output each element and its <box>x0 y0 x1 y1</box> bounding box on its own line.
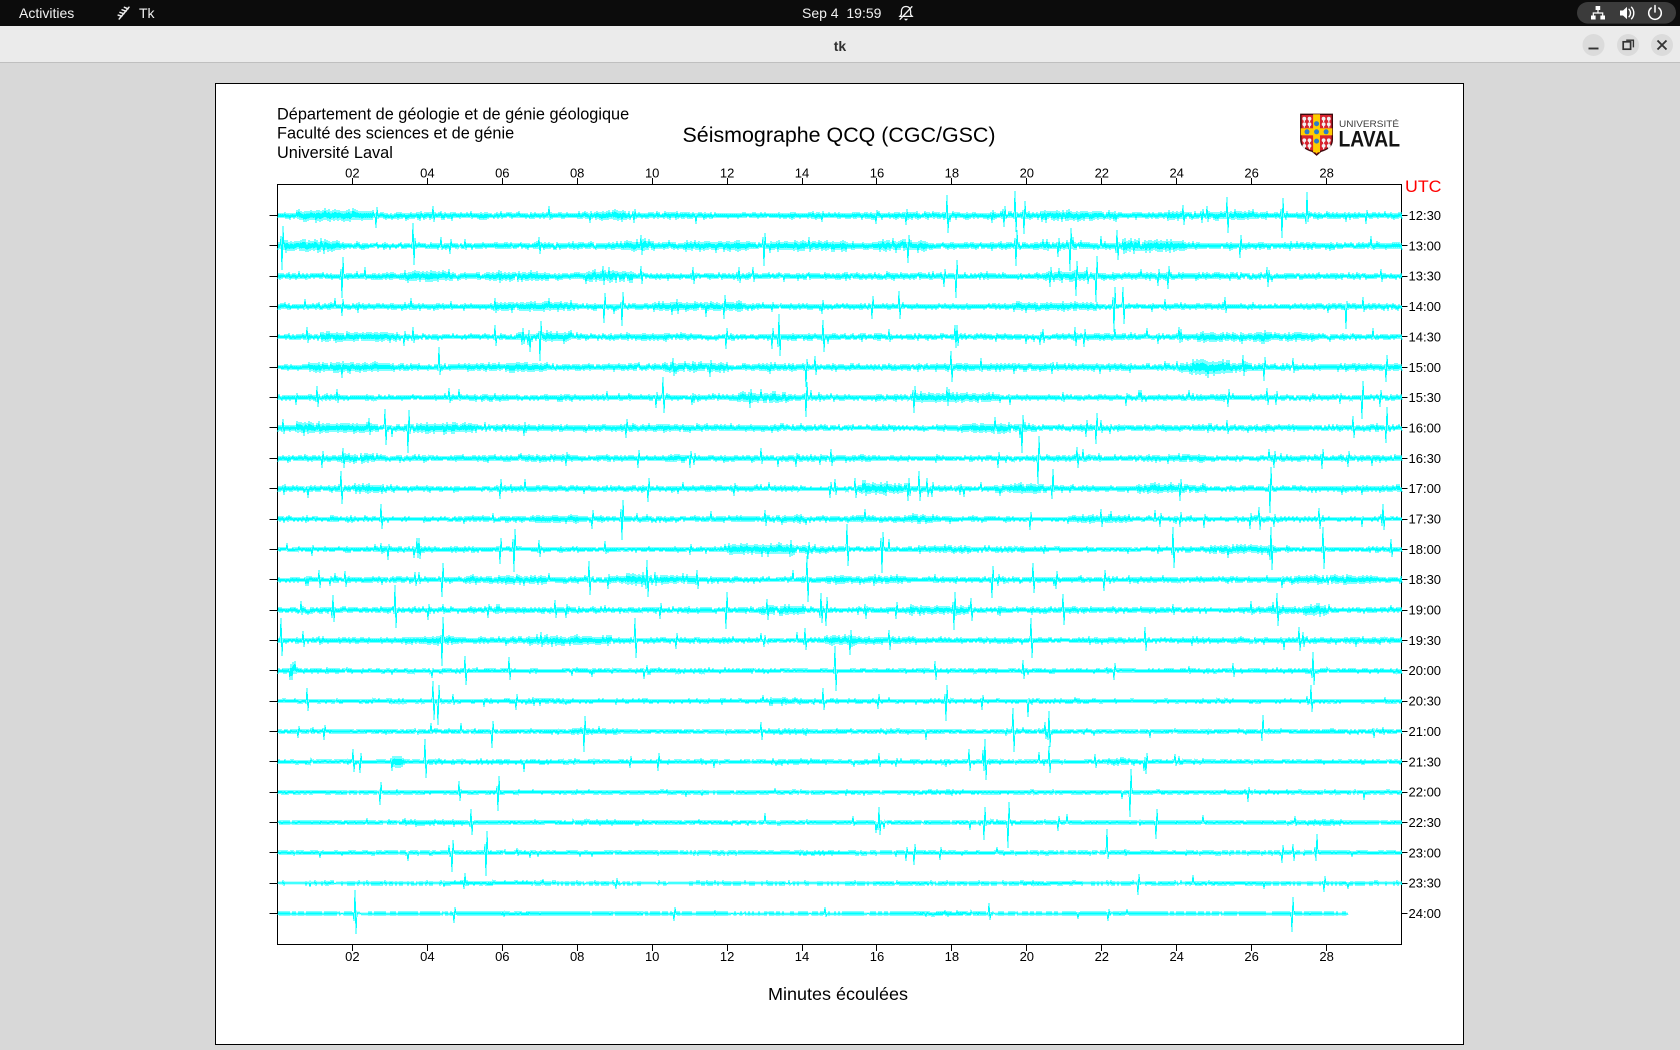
svg-text:26: 26 <box>1244 166 1258 181</box>
svg-text:Minutes écoulées: Minutes écoulées <box>768 984 908 1004</box>
svg-text:08: 08 <box>570 949 584 964</box>
svg-text:23:30: 23:30 <box>1409 876 1442 891</box>
svg-text:06: 06 <box>495 166 509 181</box>
svg-text:02: 02 <box>345 166 359 181</box>
svg-text:14:00: 14:00 <box>1409 299 1442 314</box>
svg-text:Séismographe QCQ (CGC/GSC): Séismographe QCQ (CGC/GSC) <box>683 124 996 147</box>
svg-text:14: 14 <box>795 949 809 964</box>
svg-text:20:00: 20:00 <box>1409 663 1442 678</box>
svg-text:04: 04 <box>420 949 434 964</box>
svg-text:23:00: 23:00 <box>1409 845 1442 860</box>
svg-text:22: 22 <box>1095 166 1109 181</box>
svg-text:22:00: 22:00 <box>1409 785 1442 800</box>
svg-text:17:30: 17:30 <box>1409 512 1442 527</box>
svg-text:15:30: 15:30 <box>1409 390 1442 405</box>
svg-text:12: 12 <box>720 949 734 964</box>
svg-text:24: 24 <box>1169 949 1183 964</box>
svg-text:20:30: 20:30 <box>1409 694 1442 709</box>
svg-text:18:30: 18:30 <box>1409 572 1442 587</box>
svg-text:08: 08 <box>570 166 584 181</box>
svg-text:18: 18 <box>945 166 959 181</box>
svg-text:Faculté des sciences et de gén: Faculté des sciences et de génie <box>277 125 514 143</box>
svg-text:28: 28 <box>1319 166 1333 181</box>
svg-text:13:30: 13:30 <box>1409 269 1442 284</box>
svg-text:19:30: 19:30 <box>1409 633 1442 648</box>
svg-text:02: 02 <box>345 949 359 964</box>
svg-text:16: 16 <box>870 949 884 964</box>
svg-text:16:30: 16:30 <box>1409 451 1442 466</box>
svg-text:12: 12 <box>720 166 734 181</box>
svg-text:24: 24 <box>1169 166 1183 181</box>
svg-text:21:00: 21:00 <box>1409 724 1442 739</box>
svg-text:LAVAL: LAVAL <box>1339 127 1401 152</box>
svg-text:12:30: 12:30 <box>1409 208 1442 223</box>
svg-text:Département de géologie et de: Département de géologie et de génie géol… <box>277 106 629 124</box>
svg-text:10: 10 <box>645 949 659 964</box>
svg-text:18: 18 <box>945 949 959 964</box>
svg-text:19:00: 19:00 <box>1409 603 1442 618</box>
svg-text:18:00: 18:00 <box>1409 542 1442 557</box>
svg-text:22:30: 22:30 <box>1409 815 1442 830</box>
svg-text:20: 20 <box>1020 166 1034 181</box>
svg-text:20: 20 <box>1020 949 1034 964</box>
svg-text:10: 10 <box>645 166 659 181</box>
svg-text:21:30: 21:30 <box>1409 754 1442 769</box>
svg-text:16:00: 16:00 <box>1409 421 1442 436</box>
svg-text:16: 16 <box>870 166 884 181</box>
svg-text:13:00: 13:00 <box>1409 238 1442 253</box>
svg-text:22: 22 <box>1095 949 1109 964</box>
svg-text:06: 06 <box>495 949 509 964</box>
svg-text:24:00: 24:00 <box>1409 906 1442 921</box>
svg-text:14:30: 14:30 <box>1409 329 1442 344</box>
svg-text:04: 04 <box>420 166 434 181</box>
svg-text:15:00: 15:00 <box>1409 360 1442 375</box>
svg-text:UTC: UTC <box>1405 177 1442 196</box>
svg-text:26: 26 <box>1244 949 1258 964</box>
svg-text:28: 28 <box>1319 949 1333 964</box>
svg-text:17:00: 17:00 <box>1409 481 1442 496</box>
svg-text:Université Laval: Université Laval <box>277 144 393 162</box>
svg-text:14: 14 <box>795 166 809 181</box>
